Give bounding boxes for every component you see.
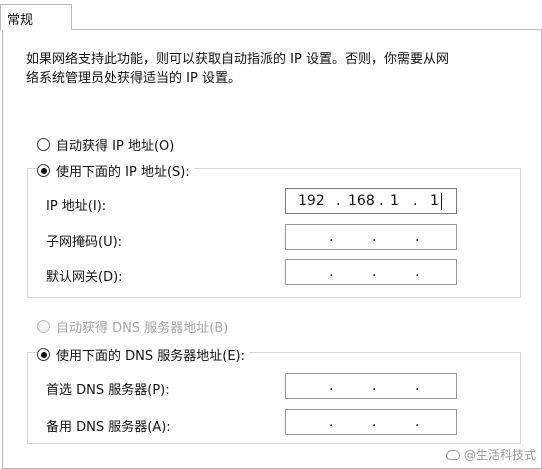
pdns-dot-2: .: [372, 378, 377, 394]
alternate-dns-label: 备用 DNS 服务器(A):: [46, 420, 171, 435]
dns-manual-radio[interactable]: [37, 348, 50, 361]
ip-octet-2: 168: [348, 193, 375, 209]
dns-auto-label: 自动获得 DNS 服务器地址(B): [56, 321, 229, 336]
preferred-dns-field[interactable]: . . .: [285, 373, 457, 399]
ip-auto-radio-row[interactable]: 自动获得 IP 地址(O): [37, 135, 174, 154]
ip-address-field[interactable]: 192 . 168 . 1 . 1: [285, 188, 457, 214]
subnet-dot-2: .: [372, 229, 377, 245]
tab-general[interactable]: 常规: [0, 4, 72, 30]
preferred-dns-label: 首选 DNS 服务器(P):: [46, 383, 170, 398]
subnet-dot-3: .: [415, 229, 420, 245]
dns-auto-radio[interactable]: [37, 320, 50, 333]
subnet-mask-field[interactable]: . . .: [285, 224, 457, 250]
watermark-text: @生活科技式: [463, 448, 536, 462]
ip-address-label: IP 地址(I):: [46, 199, 107, 214]
gateway-dot-1: .: [329, 264, 334, 280]
gateway-dot-2: .: [372, 264, 377, 280]
ip-octet-1: 192: [298, 193, 325, 209]
pdns-dot-1: .: [329, 378, 334, 394]
adns-dot-2: .: [372, 414, 377, 430]
ip-manual-radio[interactable]: [37, 164, 50, 177]
alternate-dns-field[interactable]: . . .: [285, 409, 457, 435]
ip-octet-3: 1: [390, 193, 399, 209]
pdns-dot-3: .: [415, 378, 420, 394]
ip-dot-2: .: [379, 193, 384, 209]
default-gateway-field[interactable]: . . .: [285, 259, 457, 285]
subnet-dot-1: .: [329, 229, 334, 245]
ip-manual-label: 使用下面的 IP 地址(S):: [56, 165, 190, 180]
subnet-mask-label: 子网掩码(U):: [46, 235, 123, 250]
dns-manual-label: 使用下面的 DNS 服务器地址(E):: [56, 349, 245, 364]
dns-manual-radio-row[interactable]: 使用下面的 DNS 服务器地址(E):: [37, 345, 249, 364]
text-caret: [441, 193, 442, 210]
adns-dot-1: .: [329, 414, 334, 430]
ip-manual-radio-row[interactable]: 使用下面的 IP 地址(S):: [37, 161, 194, 180]
watermark: @生活科技式: [445, 446, 536, 463]
ip-auto-label: 自动获得 IP 地址(O): [56, 139, 175, 154]
description-text: 如果网络支持此功能，则可以获取自动指派的 IP 设置。否则，你需要从网 络系统管…: [26, 52, 449, 86]
ip-auto-radio[interactable]: [37, 138, 50, 151]
watermark-logo-icon: [445, 449, 460, 460]
adns-dot-3: .: [415, 414, 420, 430]
default-gateway-label: 默认网关(D):: [46, 270, 123, 285]
gateway-dot-3: .: [415, 264, 420, 280]
ip-octet-4: 1: [430, 193, 439, 209]
dns-auto-radio-row[interactable]: 自动获得 DNS 服务器地址(B): [37, 317, 228, 336]
ip-dot-1: .: [336, 193, 341, 209]
ip-dot-3: .: [413, 193, 418, 209]
